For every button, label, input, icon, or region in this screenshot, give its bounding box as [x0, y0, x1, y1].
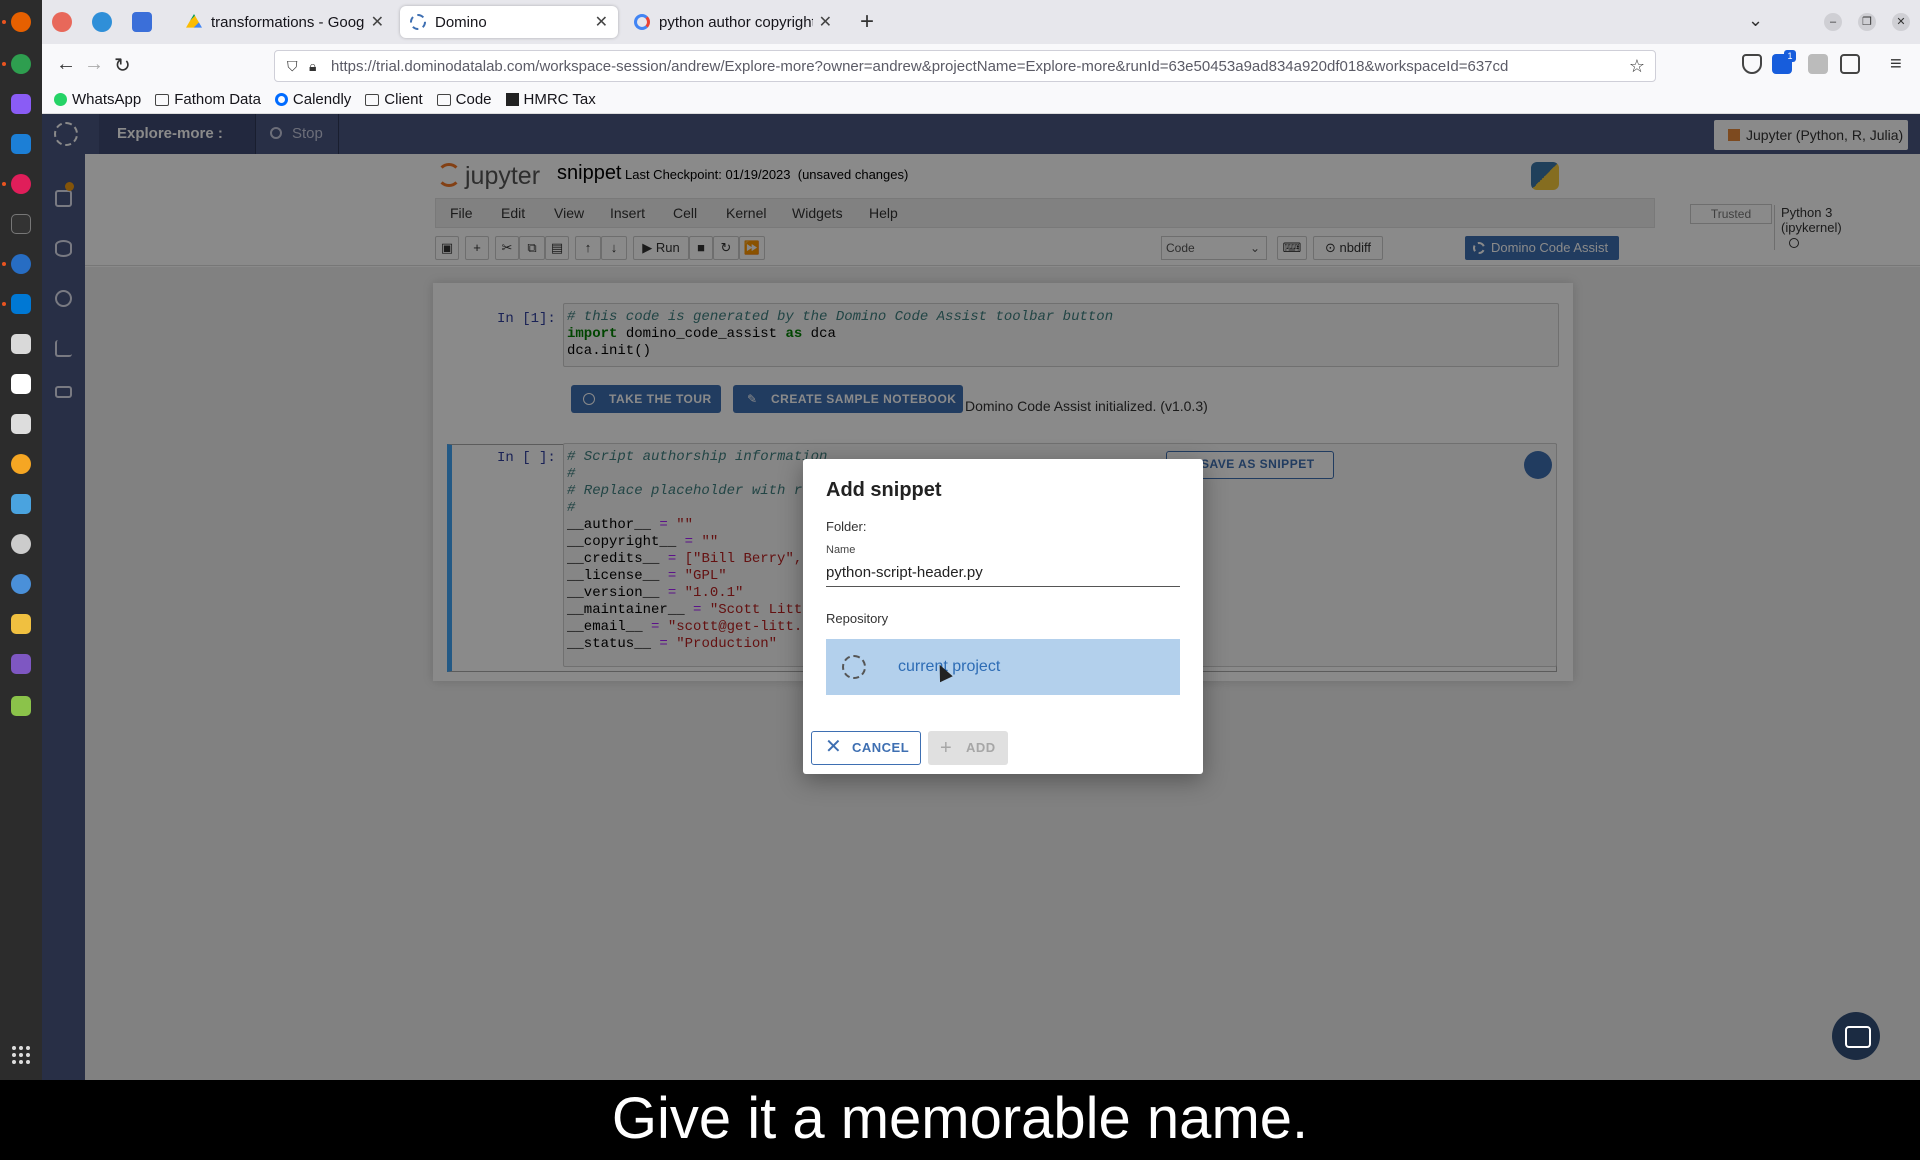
- running-dot: [2, 182, 6, 186]
- close-tab-icon[interactable]: ✕: [819, 12, 832, 32]
- restore-icon[interactable]: ❐: [1858, 13, 1876, 31]
- bookmarks-bar: WhatsApp Fathom Data Calendly Client Cod…: [42, 86, 1920, 114]
- browser-tab-bar: transformations - Google ✕ Domino ✕ pyth…: [42, 0, 1920, 44]
- snippet-name-input[interactable]: [826, 559, 1180, 587]
- close-window-icon[interactable]: ✕: [1892, 13, 1910, 31]
- minimize-icon[interactable]: –: [1824, 13, 1842, 31]
- monitor-icon[interactable]: [11, 414, 31, 434]
- close-tab-icon[interactable]: ✕: [371, 12, 384, 32]
- close-icon: ✕: [825, 736, 843, 758]
- reload-icon[interactable]: ↻: [114, 53, 131, 78]
- menu-icon[interactable]: ≡: [1890, 53, 1902, 76]
- browser-tab-active[interactable]: Domino ✕: [400, 6, 618, 38]
- whatsapp-icon: [54, 93, 67, 106]
- repository-option-current-project[interactable]: current project: [826, 639, 1180, 695]
- url-text: https://trial.dominodatalab.com/workspac…: [331, 57, 1509, 75]
- domino-favicon-icon: [410, 14, 426, 30]
- cancel-button[interactable]: ✕ CANCEL: [811, 731, 921, 765]
- pocket-icon[interactable]: [1742, 54, 1762, 74]
- chat-icon[interactable]: [1832, 1012, 1880, 1060]
- terminal-icon[interactable]: [11, 214, 31, 234]
- trash-icon[interactable]: [11, 696, 31, 716]
- folder-icon: [155, 93, 170, 106]
- browser-tab[interactable]: transformations - Google ✕: [176, 6, 394, 38]
- folder-icon: [365, 93, 380, 106]
- video-caption: Give it a memorable name.: [0, 1080, 1920, 1160]
- bookmark-client[interactable]: Client: [365, 91, 423, 108]
- extension-icon[interactable]: [1808, 54, 1828, 74]
- tab-list-chevron-icon[interactable]: ⌄: [1748, 10, 1763, 31]
- repository-label: Repository: [826, 611, 889, 626]
- pinned-tab-icon[interactable]: [132, 12, 152, 32]
- lock-icon: 🔒︎: [309, 57, 317, 74]
- app-icon[interactable]: [11, 534, 31, 554]
- shield-icon: ⛉: [287, 57, 298, 74]
- os-dock: [0, 0, 42, 1080]
- r-icon[interactable]: [11, 254, 31, 274]
- bookmark-code[interactable]: Code: [436, 91, 492, 108]
- app-icon[interactable]: [11, 574, 31, 594]
- show-apps-icon[interactable]: [12, 1046, 30, 1064]
- app-icon[interactable]: [11, 374, 31, 394]
- forward-icon[interactable]: →: [84, 53, 104, 76]
- close-tab-icon[interactable]: ✕: [595, 12, 608, 32]
- vscode-icon[interactable]: [11, 294, 31, 314]
- bookmark-fathom-data[interactable]: Fathom Data: [155, 91, 261, 108]
- back-icon[interactable]: ←: [56, 53, 76, 76]
- bookmark-star-icon[interactable]: ☆: [1629, 56, 1645, 77]
- chrome-icon[interactable]: [11, 54, 31, 74]
- add-snippet-dialog: Add snippet Folder: Name Repository curr…: [803, 459, 1203, 774]
- running-dot: [2, 302, 6, 306]
- files-icon[interactable]: [11, 334, 31, 354]
- bookmark-hmrc-tax[interactable]: HMRC Tax: [505, 91, 596, 108]
- mail-icon[interactable]: [11, 134, 31, 154]
- running-dot: [2, 62, 6, 66]
- extensions-puzzle-icon[interactable]: [1840, 54, 1860, 74]
- add-button[interactable]: + ADD: [928, 731, 1008, 765]
- extension-badge: 1: [1784, 50, 1796, 62]
- dialog-title: Add snippet: [826, 479, 942, 501]
- hmrc-icon: [505, 93, 519, 106]
- app-icon[interactable]: [11, 494, 31, 514]
- running-dot: [2, 262, 6, 266]
- bookmark-calendly[interactable]: Calendly: [274, 91, 351, 108]
- slack-icon[interactable]: [11, 174, 31, 194]
- browser-tab[interactable]: python author copyright ✕: [624, 6, 842, 38]
- google-icon: [634, 14, 650, 30]
- folder-icon: [436, 93, 451, 106]
- browser-nav-bar: ← → ↻ ⛉ 🔒︎ https://trial.dominodatalab.c…: [42, 44, 1920, 86]
- calendly-icon: [274, 93, 288, 106]
- firefox-icon[interactable]: [11, 12, 31, 32]
- name-label: Name: [826, 544, 856, 556]
- new-tab-plus-icon[interactable]: +: [860, 8, 874, 36]
- folder-label: Folder:: [826, 519, 867, 534]
- domino-logo-icon: [842, 655, 866, 679]
- address-bar[interactable]: ⛉ 🔒︎ https://trial.dominodatalab.com/wor…: [274, 50, 1656, 82]
- pinned-tab-icon[interactable]: [92, 12, 112, 32]
- image-icon[interactable]: [11, 654, 31, 674]
- bookmark-whatsapp[interactable]: WhatsApp: [54, 91, 141, 108]
- app-icon[interactable]: [11, 94, 31, 114]
- running-dot: [2, 20, 6, 24]
- pinned-tab-icon[interactable]: [52, 12, 72, 32]
- app-icon[interactable]: [11, 614, 31, 634]
- plus-icon: +: [940, 737, 953, 759]
- google-drive-icon: [186, 14, 202, 28]
- app-icon[interactable]: [11, 454, 31, 474]
